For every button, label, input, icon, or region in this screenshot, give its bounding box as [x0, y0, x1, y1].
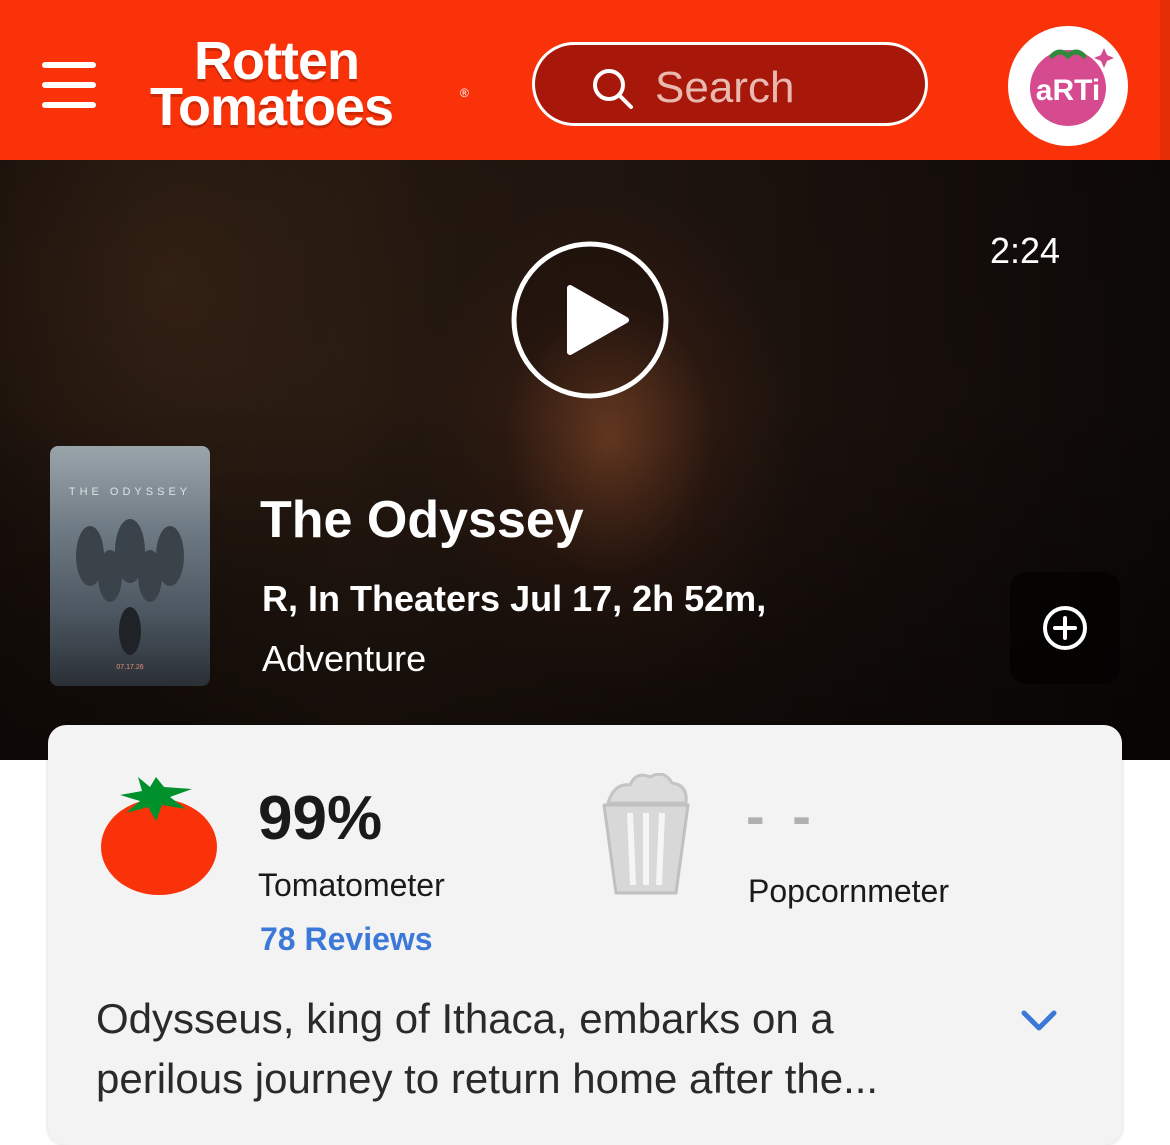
tomato-icon [101, 777, 217, 895]
score-card: 99% Tomatometer 78 Reviews - - Popcornme… [48, 725, 1122, 1145]
poster-artwork [76, 519, 184, 655]
search-placeholder: Search [655, 63, 795, 112]
header-edge [1160, 0, 1170, 160]
popcornmeter-score: - - [746, 784, 817, 847]
movie-meta: R, In Theaters Jul 17, 2h 52m, [262, 578, 767, 619]
top-header: Rotten Tomatoes ® Search aRTi [0, 0, 1170, 160]
search-icon [593, 69, 633, 109]
trailer-hero: 2:24 THE ODYSSEY 07.17.26 The Odyssey R,… [0, 160, 1170, 760]
add-circle-icon [1043, 606, 1087, 650]
arti-avatar-button[interactable]: aRTi [1008, 26, 1128, 146]
add-to-watchlist-button[interactable] [1010, 572, 1120, 684]
popcorn-bucket-icon [602, 773, 690, 895]
movie-title: The Odyssey [260, 491, 584, 549]
tomatometer-label: Tomatometer [258, 867, 445, 903]
menu-icon[interactable] [42, 62, 96, 108]
play-icon[interactable] [510, 240, 670, 400]
chevron-down-icon[interactable] [1014, 1003, 1064, 1039]
poster-date: 07.17.26 [116, 664, 144, 671]
tomatometer-score: 99% [258, 784, 383, 853]
poster-title: THE ODYSSEY [68, 486, 192, 498]
popcornmeter-label: Popcornmeter [748, 873, 949, 909]
movie-synopsis: Odysseus, king of Ithaca, embarks on a p… [96, 995, 879, 1102]
search-input[interactable]: Search [532, 42, 928, 126]
reviews-link[interactable]: 78 Reviews [260, 921, 433, 958]
movie-poster[interactable]: THE ODYSSEY 07.17.26 [50, 446, 210, 686]
arti-text: aRTi [1036, 74, 1100, 107]
logo-line-2: Tomatoes [150, 77, 394, 137]
rotten-tomatoes-logo[interactable]: Rotten Tomatoes ® [150, 34, 480, 138]
video-duration: 2:24 [990, 230, 1061, 271]
logo-registered-mark: ® [460, 86, 469, 100]
movie-genre: Adventure [262, 638, 427, 679]
arti-logo-icon: aRTi [1030, 48, 1114, 126]
